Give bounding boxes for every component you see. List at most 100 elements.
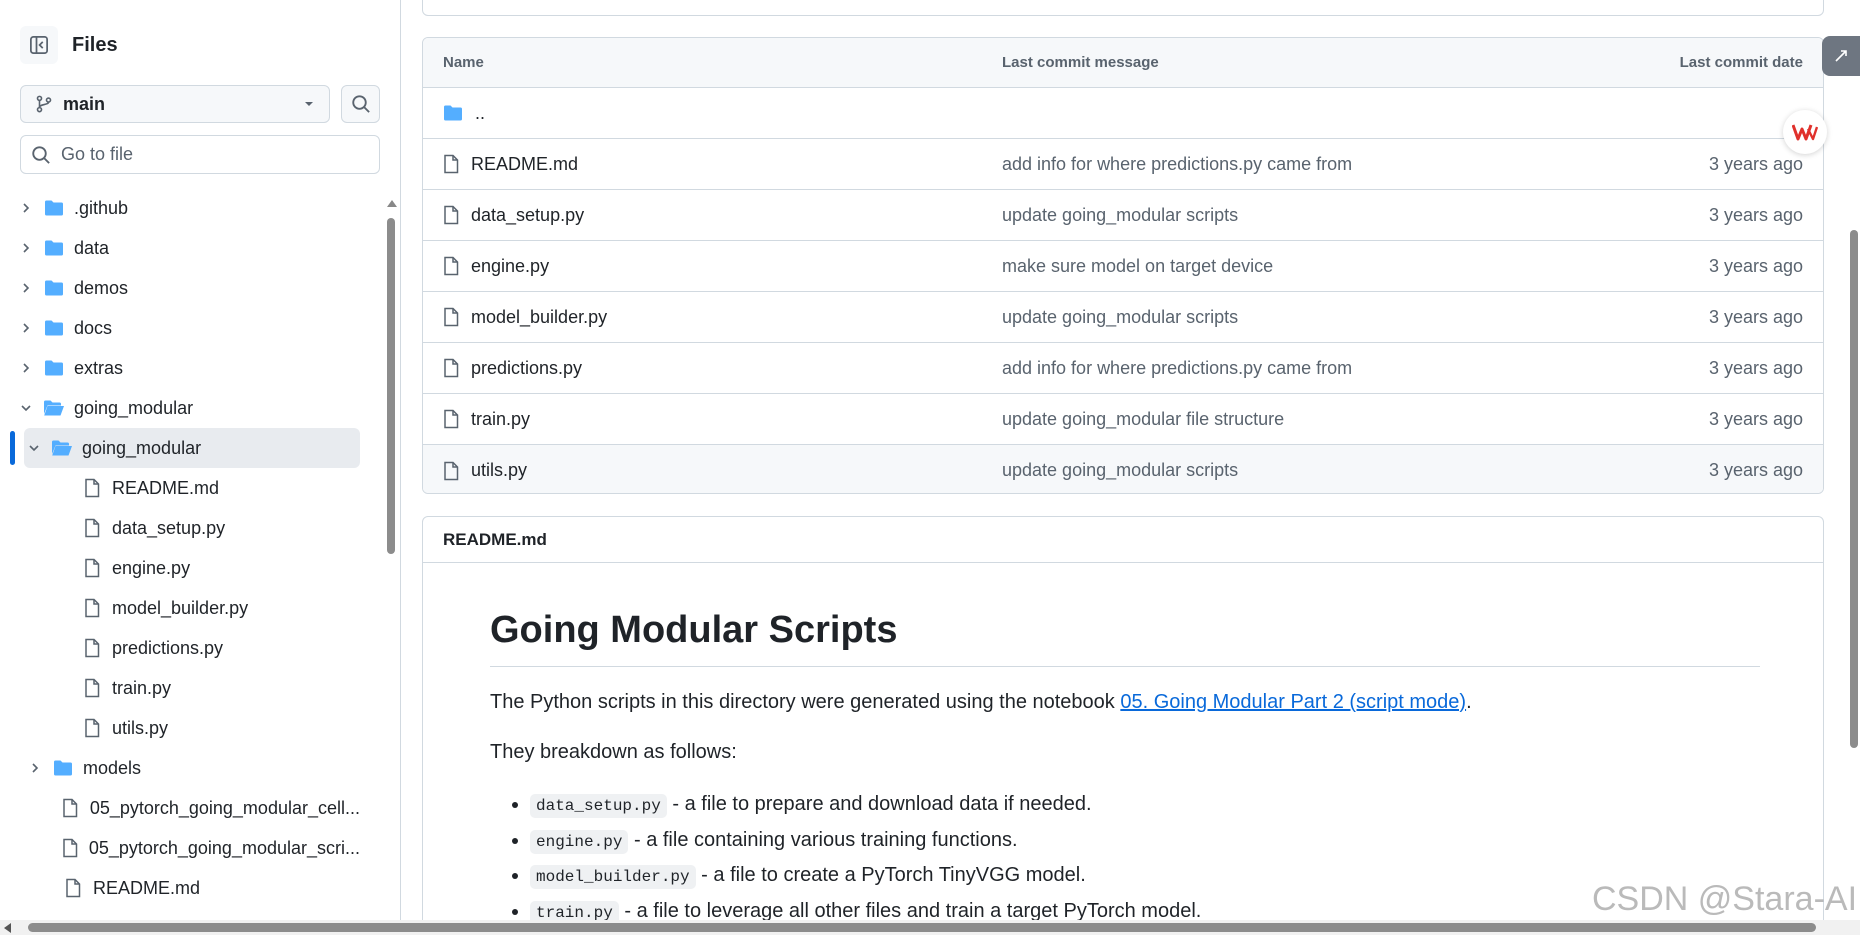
page-scrollbar[interactable] — [1848, 0, 1860, 935]
parent-directory-row[interactable]: .. — [423, 88, 1823, 139]
chevron-right-icon[interactable] — [20, 322, 32, 334]
wps-extension-button[interactable] — [1783, 110, 1827, 154]
table-row[interactable]: predictions.py add info for where predict… — [423, 343, 1823, 394]
sidebar-scrollbar[interactable] — [385, 200, 397, 920]
chevron-right-icon[interactable] — [20, 362, 32, 374]
commit-message-link[interactable]: update going_modular scripts — [1002, 460, 1238, 481]
commit-info-box — [422, 0, 1824, 16]
readme-title: Going Modular Scripts — [490, 609, 1760, 667]
tree-item[interactable]: data_setup.py — [34, 508, 360, 548]
file-name-link[interactable]: utils.py — [471, 460, 527, 481]
go-to-file-input[interactable] — [61, 144, 361, 165]
directory-file-table: Name Last commit message Last commit dat… — [422, 37, 1824, 494]
inline-code: train.py — [530, 900, 619, 920]
tree-item[interactable]: 05_pytorch_going_modular_scri... — [25, 828, 360, 868]
notebook-link[interactable]: 05. Going Modular Part 2 (script mode) — [1120, 691, 1466, 713]
file-name-link[interactable]: data_setup.py — [471, 205, 584, 226]
tree-item[interactable]: data — [16, 228, 360, 268]
sidebar-title: Files — [72, 33, 118, 56]
search-icon — [32, 145, 50, 164]
chevron-right-icon[interactable] — [20, 202, 32, 214]
chevron-down-icon[interactable] — [28, 442, 40, 454]
branch-name: main — [63, 93, 106, 114]
commit-message-link[interactable]: add info for where predictions.py came f… — [1002, 358, 1352, 379]
chevron-right-icon[interactable] — [20, 282, 32, 294]
chevron-right-icon[interactable] — [29, 762, 41, 774]
tree-item[interactable]: going_modular — [16, 388, 360, 428]
file-name-link[interactable]: predictions.py — [471, 358, 582, 379]
file-name-link[interactable]: README.md — [471, 154, 578, 175]
tree-item[interactable]: engine.py — [34, 548, 360, 588]
file-icon — [444, 409, 459, 429]
file-tree: .github data demos docs extras going_modular g… — [0, 188, 380, 923]
caret-down-icon — [305, 102, 313, 106]
table-row[interactable]: utils.py update going_modular scripts 3 ye… — [423, 445, 1823, 493]
tree-item-label: README.md — [112, 477, 220, 498]
tree-item-label: README.md — [93, 877, 201, 898]
branch-selector-button[interactable]: main — [20, 85, 330, 123]
file-name-link[interactable]: engine.py — [471, 256, 549, 277]
commit-date: 3 years ago — [1708, 204, 1803, 225]
commit-message-link[interactable]: make sure model on target device — [1002, 256, 1273, 277]
search-files-button[interactable] — [341, 85, 380, 123]
file-name-link[interactable]: train.py — [471, 409, 530, 430]
folder-icon — [45, 320, 63, 336]
table-row[interactable]: model_builder.py update going_modular scr… — [423, 292, 1823, 343]
tree-item[interactable]: 05_pytorch_going_modular_cell... — [25, 788, 360, 828]
page-scrollbar-thumb[interactable] — [1850, 230, 1858, 748]
tree-item[interactable]: train.py — [34, 668, 360, 708]
collapse-sidebar-button[interactable] — [20, 26, 58, 64]
folder-icon — [444, 105, 462, 121]
tree-item[interactable]: utils.py — [34, 708, 360, 748]
tree-item[interactable]: README.md — [34, 468, 360, 508]
tree-item-label: data — [74, 237, 110, 258]
scroll-left-icon[interactable] — [4, 923, 11, 933]
go-to-file-field[interactable] — [20, 135, 380, 174]
tree-item-label: engine.py — [112, 557, 191, 578]
tree-item[interactable]: extras — [16, 348, 360, 388]
tree-item-label: utils.py — [112, 717, 169, 738]
wps-logo-icon — [1792, 124, 1818, 141]
list-item: train.py - a file to leverage all other … — [530, 894, 1760, 920]
tree-item[interactable]: README.md — [25, 868, 360, 908]
chevron-right-icon[interactable] — [20, 242, 32, 254]
file-icon — [444, 205, 459, 225]
commit-message-link[interactable]: update going_modular scripts — [1002, 205, 1238, 226]
tree-item-label: extras — [74, 357, 124, 378]
commit-date: 3 years ago — [1708, 153, 1803, 174]
tree-item[interactable]: going_modular — [24, 428, 360, 468]
horizontal-scrollbar-thumb[interactable] — [28, 923, 1816, 932]
sidebar-scrollbar-thumb[interactable] — [387, 218, 395, 554]
tree-item[interactable]: demos — [16, 268, 360, 308]
tree-item[interactable]: models — [25, 748, 360, 788]
tree-item[interactable]: predictions.py — [34, 628, 360, 668]
list-item: engine.py - a file containing various tr… — [530, 823, 1760, 859]
column-header-message: Last commit message — [1002, 54, 1159, 71]
tree-item-label: model_builder.py — [112, 597, 249, 618]
table-row[interactable]: engine.py make sure model on target devic… — [423, 241, 1823, 292]
scroll-up-icon[interactable] — [387, 200, 397, 207]
file-icon — [444, 358, 459, 378]
readme-breakdown: They breakdown as follows: — [490, 741, 737, 763]
table-row[interactable]: train.py update going_modular file struct… — [423, 394, 1823, 445]
chevron-down-icon[interactable] — [20, 402, 32, 414]
commit-message-link[interactable]: update going_modular scripts — [1002, 307, 1238, 328]
file-icon — [85, 678, 100, 698]
table-row[interactable]: data_setup.py update going_modular script… — [423, 190, 1823, 241]
parent-directory-link[interactable]: .. — [475, 103, 485, 124]
tree-item[interactable]: docs — [16, 308, 360, 348]
horizontal-scrollbar[interactable] — [0, 920, 1860, 935]
readme-body: Going Modular Scripts The Python scripts… — [490, 609, 1760, 920]
folder-icon — [54, 760, 72, 776]
table-row[interactable]: README.md add info for where predictions.… — [423, 139, 1823, 190]
file-name-link[interactable]: model_builder.py — [471, 307, 607, 328]
tree-item-label: docs — [74, 317, 113, 338]
search-icon — [351, 95, 370, 113]
tree-item[interactable]: .github — [16, 188, 360, 228]
file-icon — [62, 838, 77, 858]
tree-item[interactable]: model_builder.py — [34, 588, 360, 628]
tree-item-label: train.py — [112, 677, 172, 698]
commit-message-link[interactable]: update going_modular file structure — [1002, 409, 1284, 430]
commit-message-link[interactable]: add info for where predictions.py came f… — [1002, 154, 1352, 175]
expand-icon — [1835, 50, 1847, 62]
